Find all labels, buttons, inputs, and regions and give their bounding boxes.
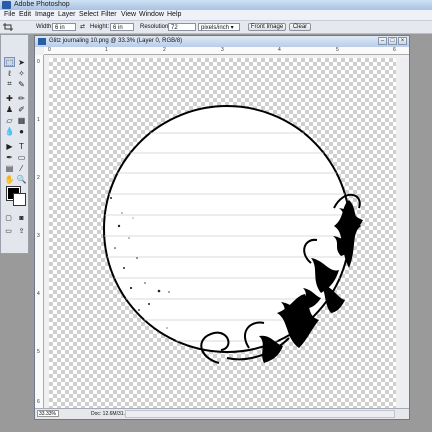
gradient-tool-icon[interactable]: ▦ bbox=[16, 115, 27, 125]
blur-tool-icon[interactable]: 💧 bbox=[4, 126, 15, 136]
ruler-h-2: 2 bbox=[163, 47, 166, 53]
ruler-v-5: 5 bbox=[37, 349, 40, 355]
height-input[interactable]: 6 in bbox=[110, 23, 134, 31]
pen-tool-icon[interactable]: ✒ bbox=[4, 152, 15, 162]
menu-bar: File Edit Image Layer Select Filter View… bbox=[0, 10, 432, 21]
clear-button[interactable]: Clear bbox=[289, 23, 311, 31]
menu-image[interactable]: Image bbox=[35, 10, 54, 20]
dodge-tool-icon[interactable]: ● bbox=[16, 126, 27, 136]
menu-layer[interactable]: Layer bbox=[58, 10, 76, 20]
width-input[interactable]: 6 in bbox=[52, 23, 76, 31]
standard-mode-icon[interactable]: ▢ bbox=[3, 213, 14, 223]
slice-tool-icon[interactable]: ✎ bbox=[16, 79, 27, 89]
resolution-unit-select[interactable]: pixels/inch ▾ bbox=[198, 23, 240, 31]
close-button[interactable]: × bbox=[398, 37, 407, 45]
height-label: Height: bbox=[90, 24, 110, 30]
photoshop-logo-icon bbox=[2, 1, 11, 9]
shape-tool-icon[interactable]: ▭ bbox=[16, 152, 27, 162]
type-tool-icon[interactable]: T bbox=[16, 141, 27, 151]
resolution-label: Resolution: bbox=[140, 24, 171, 30]
maximize-button[interactable]: □ bbox=[388, 37, 397, 45]
horizontal-ruler[interactable]: 0 1 2 3 4 5 6 bbox=[44, 47, 409, 55]
path-selection-tool-icon[interactable]: ▶ bbox=[4, 141, 15, 151]
ruler-v-3: 3 bbox=[37, 233, 40, 239]
resolution-input[interactable]: 72 bbox=[168, 23, 196, 31]
crop-tool-icon[interactable] bbox=[3, 23, 13, 31]
image-canvas[interactable] bbox=[49, 58, 396, 408]
journaling-circle-artwork bbox=[103, 105, 363, 364]
marquee-tool-icon[interactable]: ⬚ bbox=[4, 57, 15, 67]
ruler-h-3: 3 bbox=[221, 47, 224, 53]
ruler-v-2: 2 bbox=[37, 175, 40, 181]
app-title: Adobe Photoshop bbox=[14, 1, 70, 8]
minimize-button[interactable]: – bbox=[378, 37, 387, 45]
ruler-v-1: 1 bbox=[37, 117, 40, 123]
app-titlebar: Adobe Photoshop bbox=[0, 0, 432, 10]
document-titlebar: Glitz journaling 10.png @ 33.3% (Layer 0… bbox=[35, 36, 409, 47]
front-image-button[interactable]: Front Image bbox=[248, 23, 286, 31]
crop-tool-icon-box[interactable]: ⌗ bbox=[4, 79, 15, 89]
screen-mode-icon[interactable]: ▭ bbox=[3, 226, 14, 236]
ruler-h-6: 6 bbox=[393, 47, 396, 53]
healing-brush-tool-icon[interactable]: ✚ bbox=[4, 93, 15, 103]
menu-view[interactable]: View bbox=[121, 10, 136, 20]
ruler-h-5: 5 bbox=[336, 47, 339, 53]
options-bar: Width: 6 in ⇄ Height: 6 in Resolution: 7… bbox=[0, 21, 432, 34]
magic-wand-tool-icon[interactable]: ✧ bbox=[16, 68, 27, 78]
ruler-v-6: 6 bbox=[37, 399, 40, 405]
history-brush-tool-icon[interactable]: ✐ bbox=[16, 104, 27, 114]
swap-dimensions-icon[interactable]: ⇄ bbox=[80, 21, 85, 33]
zoom-tool-icon[interactable]: 🔍 bbox=[16, 174, 27, 184]
move-tool-icon[interactable]: ➤ bbox=[16, 57, 27, 67]
jump-to-imageready-icon[interactable]: ⇪ bbox=[16, 226, 27, 236]
document-title: Glitz journaling 10.png @ 33.3% (Layer 0… bbox=[49, 38, 183, 44]
ruler-h-4: 4 bbox=[278, 47, 281, 53]
document-icon bbox=[38, 38, 46, 45]
resolution-unit-value: pixels/inch bbox=[201, 25, 230, 31]
menu-window[interactable]: Window bbox=[139, 10, 164, 20]
notes-tool-icon[interactable]: ▤ bbox=[4, 163, 15, 173]
menu-file[interactable]: File bbox=[4, 10, 15, 20]
quick-mask-mode-icon[interactable]: ◙ bbox=[16, 213, 27, 223]
brush-tool-icon[interactable]: ✏ bbox=[16, 93, 27, 103]
lasso-tool-icon[interactable]: ℓ bbox=[4, 68, 15, 78]
menu-edit[interactable]: Edit bbox=[19, 10, 31, 20]
horizontal-scrollbar[interactable] bbox=[125, 410, 395, 418]
status-bar: 33.33% Doc: 12.6M/31.2M bbox=[35, 408, 409, 419]
hand-tool-icon[interactable]: ✋ bbox=[4, 174, 15, 184]
width-label: Width: bbox=[36, 24, 54, 30]
background-color-swatch[interactable] bbox=[13, 193, 26, 206]
ruler-h-1: 1 bbox=[105, 47, 108, 53]
eyedropper-tool-icon[interactable]: ⁄ bbox=[16, 163, 27, 173]
menu-help[interactable]: Help bbox=[167, 10, 181, 20]
vertical-scrollbar[interactable] bbox=[400, 58, 409, 408]
toolbox-panel: ⬚ ➤ ℓ ✧ ⌗ ✎ ✚ ✏ ♟ ✐ ▱ ▦ 💧 ● ▶ T ✒ ▭ ▤ ⁄ … bbox=[0, 34, 29, 254]
ruler-h-0: 0 bbox=[48, 47, 51, 53]
menu-select[interactable]: Select bbox=[79, 10, 98, 20]
ruler-v-4: 4 bbox=[37, 291, 40, 297]
menu-filter[interactable]: Filter bbox=[101, 10, 117, 20]
ruler-v-0: 0 bbox=[37, 59, 40, 65]
eraser-tool-icon[interactable]: ▱ bbox=[4, 115, 15, 125]
document-window: Glitz journaling 10.png @ 33.3% (Layer 0… bbox=[34, 35, 410, 420]
zoom-level-field[interactable]: 33.33% bbox=[37, 410, 59, 417]
vertical-ruler[interactable]: 0 1 2 3 4 5 6 bbox=[35, 55, 44, 410]
clone-stamp-tool-icon[interactable]: ♟ bbox=[4, 104, 15, 114]
